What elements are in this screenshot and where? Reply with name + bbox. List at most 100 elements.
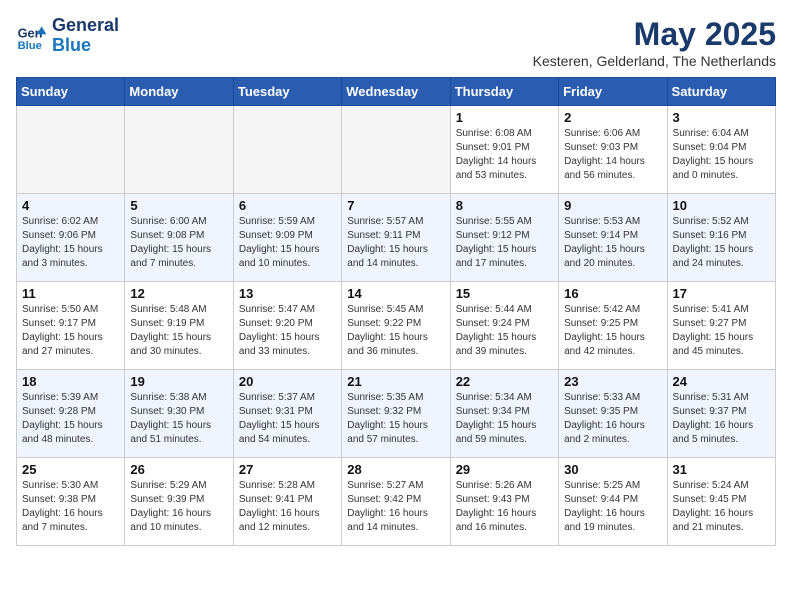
day-number: 25: [22, 462, 119, 477]
day-info: Sunrise: 5:44 AM Sunset: 9:24 PM Dayligh…: [456, 303, 553, 359]
day-info: Sunrise: 5:57 AM Sunset: 9:11 PM Dayligh…: [347, 215, 444, 271]
day-cell: [17, 106, 125, 194]
logo: Gen Blue General Blue: [16, 16, 119, 56]
day-cell: 30 Sunrise: 5:25 AM Sunset: 9:44 PM Dayli…: [559, 458, 667, 546]
day-info: Sunrise: 6:06 AM Sunset: 9:03 PM Dayligh…: [564, 127, 661, 183]
day-cell: 24 Sunrise: 5:31 AM Sunset: 9:37 PM Dayli…: [667, 370, 775, 458]
day-number: 2: [564, 110, 661, 125]
day-cell: 8Sunrise: 5:55 AM Sunset: 9:12 PM Daylig…: [450, 194, 558, 282]
week-row-1: 1 Sunrise: 6:08 AM Sunset: 9:01 PM Daylig…: [17, 106, 776, 194]
day-number: 21: [347, 374, 444, 389]
day-cell: 31 Sunrise: 5:24 AM Sunset: 9:45 PM Dayli…: [667, 458, 775, 546]
week-row-4: 18Sunrise: 5:39 AM Sunset: 9:28 PM Dayli…: [17, 370, 776, 458]
day-cell: 5 Sunrise: 6:00 AM Sunset: 9:08 PM Daylig…: [125, 194, 233, 282]
day-cell: 9 Sunrise: 5:53 AM Sunset: 9:14 PM Daylig…: [559, 194, 667, 282]
day-info: Sunrise: 5:52 AM Sunset: 9:16 PM Dayligh…: [673, 215, 770, 271]
logo-blue: Blue: [52, 36, 119, 56]
day-cell: 4Sunrise: 6:02 AM Sunset: 9:06 PM Daylig…: [17, 194, 125, 282]
day-info: Sunrise: 5:24 AM Sunset: 9:45 PM Dayligh…: [673, 479, 770, 535]
day-number: 16: [564, 286, 661, 301]
day-number: 12: [130, 286, 227, 301]
day-number: 13: [239, 286, 336, 301]
month-title: May 2025: [533, 16, 776, 53]
day-info: Sunrise: 5:41 AM Sunset: 9:27 PM Dayligh…: [673, 303, 770, 359]
day-cell: 12Sunrise: 5:48 AM Sunset: 9:19 PM Dayli…: [125, 282, 233, 370]
svg-text:Blue: Blue: [18, 40, 42, 52]
day-number: 24: [673, 374, 770, 389]
day-cell: 27 Sunrise: 5:28 AM Sunset: 9:41 PM Dayli…: [233, 458, 341, 546]
day-cell: [125, 106, 233, 194]
day-info: Sunrise: 5:39 AM Sunset: 9:28 PM Dayligh…: [22, 391, 119, 447]
day-number: 14: [347, 286, 444, 301]
day-info: Sunrise: 5:45 AM Sunset: 9:22 PM Dayligh…: [347, 303, 444, 359]
day-number: 1: [456, 110, 553, 125]
day-cell: 17 Sunrise: 5:41 AM Sunset: 9:27 PM Dayli…: [667, 282, 775, 370]
col-friday: Friday: [559, 78, 667, 106]
day-cell: 18Sunrise: 5:39 AM Sunset: 9:28 PM Dayli…: [17, 370, 125, 458]
day-info: Sunrise: 5:42 AM Sunset: 9:25 PM Dayligh…: [564, 303, 661, 359]
day-number: 26: [130, 462, 227, 477]
day-cell: 1 Sunrise: 6:08 AM Sunset: 9:01 PM Daylig…: [450, 106, 558, 194]
day-number: 8: [456, 198, 553, 213]
day-number: 3: [673, 110, 770, 125]
week-row-5: 25 Sunrise: 5:30 AM Sunset: 9:38 PM Dayli…: [17, 458, 776, 546]
calendar-table: SundayMondayTuesdayWednesdayThursdayFrid…: [16, 77, 776, 546]
calendar-header: SundayMondayTuesdayWednesdayThursdayFrid…: [17, 78, 776, 106]
day-info: Sunrise: 5:37 AM Sunset: 9:31 PM Dayligh…: [239, 391, 336, 447]
col-tuesday: Tuesday: [233, 78, 341, 106]
day-info: Sunrise: 5:30 AM Sunset: 9:38 PM Dayligh…: [22, 479, 119, 535]
page-header: Gen Blue General Blue May 2025 Kesteren,…: [16, 16, 776, 69]
col-wednesday: Wednesday: [342, 78, 450, 106]
day-cell: [233, 106, 341, 194]
day-info: Sunrise: 6:08 AM Sunset: 9:01 PM Dayligh…: [456, 127, 553, 183]
day-cell: 7Sunrise: 5:57 AM Sunset: 9:11 PM Daylig…: [342, 194, 450, 282]
day-number: 30: [564, 462, 661, 477]
day-info: Sunrise: 5:50 AM Sunset: 9:17 PM Dayligh…: [22, 303, 119, 359]
day-info: Sunrise: 5:59 AM Sunset: 9:09 PM Dayligh…: [239, 215, 336, 271]
day-number: 17: [673, 286, 770, 301]
day-info: Sunrise: 5:26 AM Sunset: 9:43 PM Dayligh…: [456, 479, 553, 535]
day-info: Sunrise: 5:35 AM Sunset: 9:32 PM Dayligh…: [347, 391, 444, 447]
day-cell: 10 Sunrise: 5:52 AM Sunset: 9:16 PM Dayli…: [667, 194, 775, 282]
day-info: Sunrise: 5:28 AM Sunset: 9:41 PM Dayligh…: [239, 479, 336, 535]
day-cell: 21 Sunrise: 5:35 AM Sunset: 9:32 PM Dayli…: [342, 370, 450, 458]
day-cell: 15Sunrise: 5:44 AM Sunset: 9:24 PM Dayli…: [450, 282, 558, 370]
col-saturday: Saturday: [667, 78, 775, 106]
week-row-3: 11 Sunrise: 5:50 AM Sunset: 9:17 PM Dayli…: [17, 282, 776, 370]
title-block: May 2025 Kesteren, Gelderland, The Nethe…: [533, 16, 776, 69]
day-info: Sunrise: 5:34 AM Sunset: 9:34 PM Dayligh…: [456, 391, 553, 447]
day-info: Sunrise: 5:47 AM Sunset: 9:20 PM Dayligh…: [239, 303, 336, 359]
day-info: Sunrise: 5:31 AM Sunset: 9:37 PM Dayligh…: [673, 391, 770, 447]
day-number: 20: [239, 374, 336, 389]
logo-icon: Gen Blue: [16, 20, 48, 52]
day-cell: 28 Sunrise: 5:27 AM Sunset: 9:42 PM Dayli…: [342, 458, 450, 546]
col-thursday: Thursday: [450, 78, 558, 106]
day-number: 19: [130, 374, 227, 389]
day-number: 6: [239, 198, 336, 213]
day-cell: 6 Sunrise: 5:59 AM Sunset: 9:09 PM Daylig…: [233, 194, 341, 282]
logo-general: General: [52, 16, 119, 36]
day-cell: 11 Sunrise: 5:50 AM Sunset: 9:17 PM Dayli…: [17, 282, 125, 370]
col-sunday: Sunday: [17, 78, 125, 106]
day-cell: 23Sunrise: 5:33 AM Sunset: 9:35 PM Dayli…: [559, 370, 667, 458]
day-number: 31: [673, 462, 770, 477]
day-cell: 13 Sunrise: 5:47 AM Sunset: 9:20 PM Dayli…: [233, 282, 341, 370]
day-cell: 22Sunrise: 5:34 AM Sunset: 9:34 PM Dayli…: [450, 370, 558, 458]
day-number: 28: [347, 462, 444, 477]
day-cell: 29Sunrise: 5:26 AM Sunset: 9:43 PM Dayli…: [450, 458, 558, 546]
day-cell: 25 Sunrise: 5:30 AM Sunset: 9:38 PM Dayli…: [17, 458, 125, 546]
day-info: Sunrise: 5:25 AM Sunset: 9:44 PM Dayligh…: [564, 479, 661, 535]
day-number: 9: [564, 198, 661, 213]
day-info: Sunrise: 6:04 AM Sunset: 9:04 PM Dayligh…: [673, 127, 770, 183]
day-info: Sunrise: 6:00 AM Sunset: 9:08 PM Dayligh…: [130, 215, 227, 271]
day-info: Sunrise: 5:53 AM Sunset: 9:14 PM Dayligh…: [564, 215, 661, 271]
day-number: 11: [22, 286, 119, 301]
col-monday: Monday: [125, 78, 233, 106]
day-cell: 20 Sunrise: 5:37 AM Sunset: 9:31 PM Dayli…: [233, 370, 341, 458]
day-cell: [342, 106, 450, 194]
day-cell: 2 Sunrise: 6:06 AM Sunset: 9:03 PM Daylig…: [559, 106, 667, 194]
day-info: Sunrise: 5:27 AM Sunset: 9:42 PM Dayligh…: [347, 479, 444, 535]
day-number: 10: [673, 198, 770, 213]
day-number: 5: [130, 198, 227, 213]
day-number: 27: [239, 462, 336, 477]
